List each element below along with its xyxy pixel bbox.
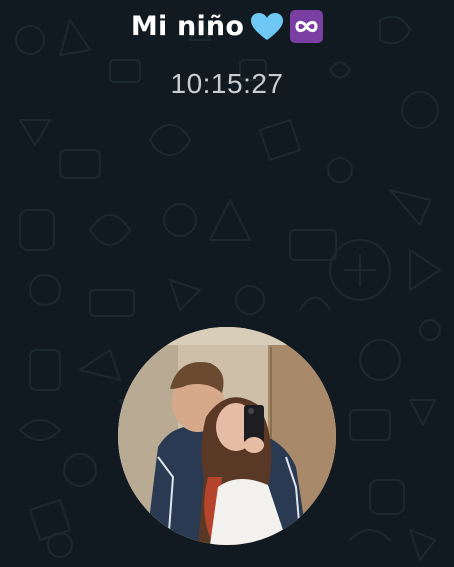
call-timer: 10:15:27	[170, 68, 284, 99]
infinity-icon	[290, 10, 324, 43]
contact-name: Mi niño	[130, 11, 245, 42]
call-screen: Mi niño 10:15:27	[0, 0, 454, 567]
contact-name-row: Mi niño	[130, 10, 324, 43]
profile-photo	[118, 327, 336, 545]
contact-avatar	[118, 327, 336, 545]
call-header: Mi niño	[0, 10, 454, 43]
blue-heart-icon	[251, 12, 284, 40]
